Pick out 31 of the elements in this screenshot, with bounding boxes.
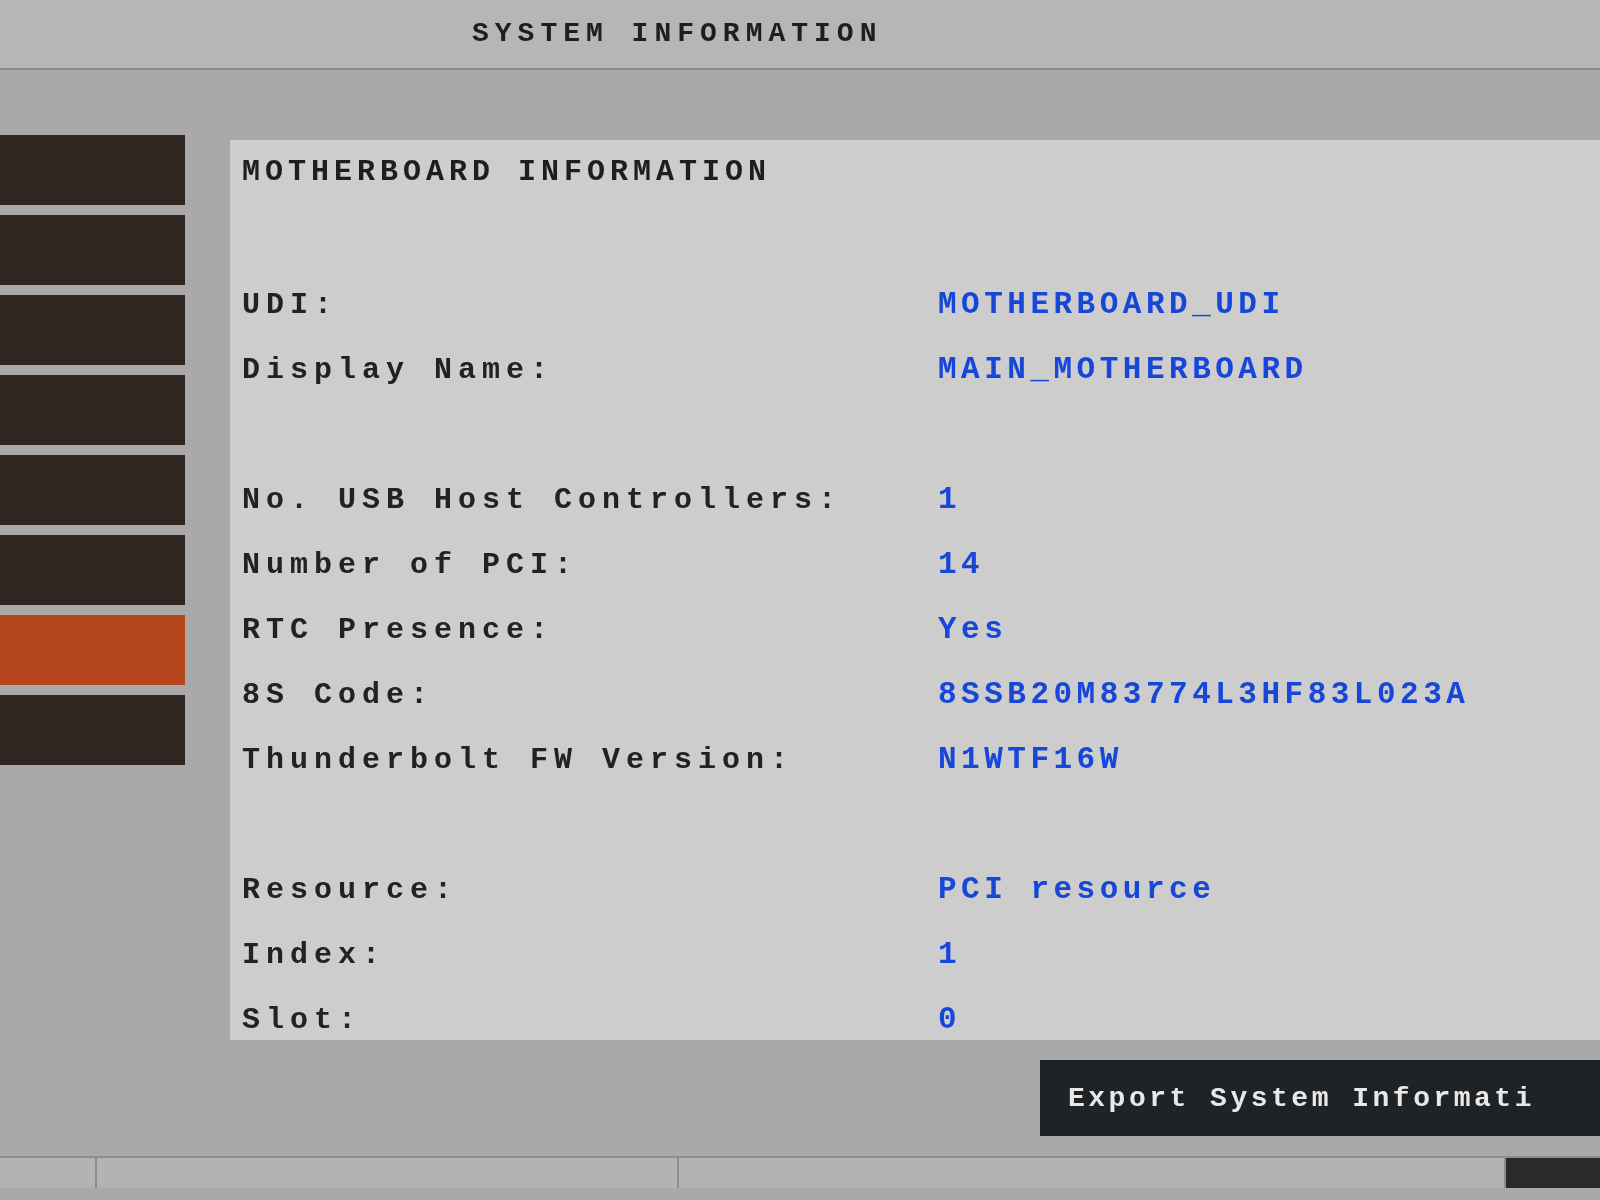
sidebar-item[interactable] (0, 295, 185, 365)
screen-title: SYSTEM INFORMATION (472, 17, 883, 51)
sidebar-item[interactable] (0, 615, 185, 685)
field-label: Number of PCI: (242, 546, 579, 584)
field-value: N1WTF16W (938, 740, 1123, 779)
field-label: UDI: (242, 286, 338, 324)
sidebar-item[interactable] (0, 535, 185, 605)
sidebar-item[interactable] (0, 455, 185, 525)
field-value: MAIN_MOTHERBOARD (938, 350, 1308, 389)
field-value: 14 (938, 545, 985, 584)
field-value: 0 (938, 1000, 962, 1039)
field-label: Slot: (242, 1001, 362, 1039)
field-value: 8SSB20M83774L3HF83L023A (938, 675, 1470, 714)
field-label: Index: (242, 936, 387, 974)
field-label: Resource: (242, 871, 459, 909)
section-title: MOTHERBOARD INFORMATION (242, 154, 772, 191)
field-value: 1 (938, 480, 962, 519)
sidebar-item[interactable] (0, 375, 185, 445)
field-value: 1 (938, 935, 962, 974)
field-label: No. USB Host Controllers: (242, 481, 843, 519)
sidebar-item[interactable] (0, 215, 185, 285)
field-value: MOTHERBOARD_UDI (938, 285, 1285, 324)
field-value: PCI resource (938, 870, 1216, 909)
sidebar-item[interactable] (0, 695, 185, 765)
field-label: Display Name: (242, 351, 555, 389)
sidebar-item[interactable] (0, 135, 185, 205)
field-label: 8S Code: (242, 676, 435, 714)
export-button[interactable]: Export System Informati (1040, 1060, 1600, 1136)
field-value: Yes (938, 610, 1008, 649)
field-label: Thunderbolt FW Version: (242, 741, 795, 779)
field-label: RTC Presence: (242, 611, 555, 649)
